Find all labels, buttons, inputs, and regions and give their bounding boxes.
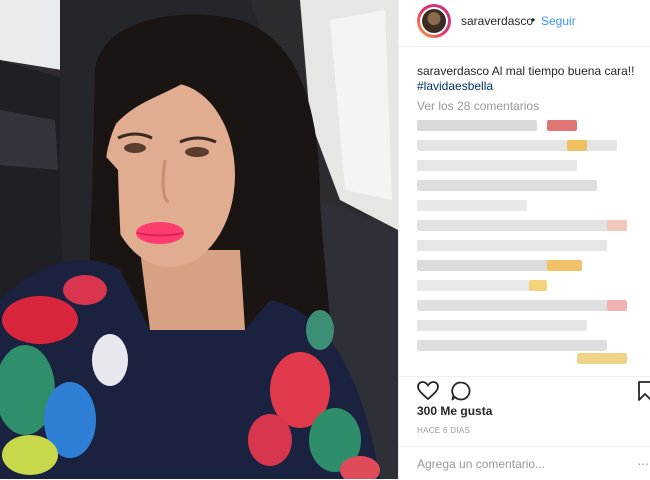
caption-text: Al mal tiempo buena cara!!: [491, 64, 635, 78]
hashtag-link[interactable]: #lavidaesbella: [417, 79, 493, 93]
blurred-comments: [417, 118, 647, 373]
post-caption: saraverdasco Al mal tiempo buena cara!! …: [417, 64, 642, 94]
caption-username[interactable]: saraverdasco: [417, 64, 489, 78]
post-panel: saraverdasco • Seguir saraverdasco Al ma…: [398, 0, 650, 479]
action-bar: [399, 376, 650, 407]
username-link[interactable]: saraverdasco: [461, 14, 533, 28]
view-comments-link[interactable]: Ver los 28 comentarios: [417, 99, 539, 113]
separator-dot: •: [531, 13, 536, 27]
avatar[interactable]: [417, 4, 451, 38]
bookmark-icon[interactable]: [638, 381, 650, 406]
comment-input[interactable]: [417, 457, 607, 471]
selfie-image: [0, 0, 398, 479]
heart-icon[interactable]: [417, 381, 439, 406]
post-header: saraverdasco • Seguir: [399, 0, 650, 47]
speech-bubble-icon[interactable]: [451, 381, 471, 406]
post-timestamp: HACE 6 DÍAS: [417, 426, 471, 435]
post-photo[interactable]: [0, 0, 398, 479]
comment-bar: ···: [399, 446, 650, 480]
ellipsis-icon[interactable]: ···: [637, 455, 649, 471]
follow-button[interactable]: Seguir: [541, 14, 576, 28]
likes-count[interactable]: 300 Me gusta: [417, 404, 492, 418]
